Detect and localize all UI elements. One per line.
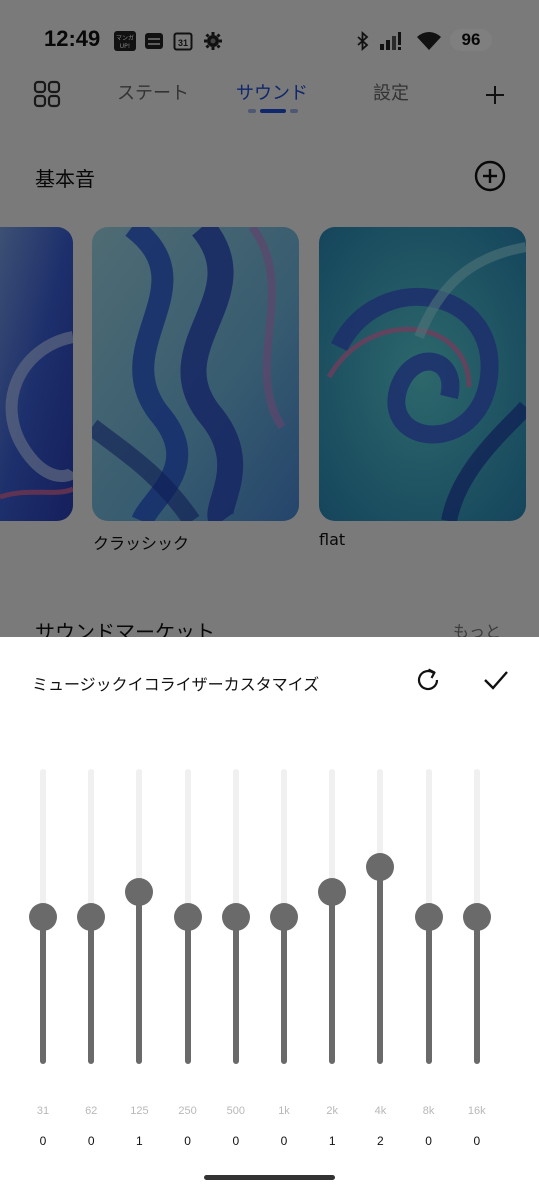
manga-up-app-icon: マンガ UP! <box>114 30 136 52</box>
eq-value-label: 0 <box>280 1134 288 1148</box>
eq-slider-knob[interactable] <box>173 902 202 931</box>
eq-slider-fill <box>136 891 143 1064</box>
eq-band-4k: 4k 2 <box>356 637 404 1200</box>
eq-frequency-label: 2k <box>326 1105 338 1117</box>
top-navigation: ステート サウンド 設定 <box>0 70 539 120</box>
svg-text:UP!: UP! <box>120 43 130 50</box>
sound-card-classic[interactable] <box>92 227 299 521</box>
eq-slider-fill <box>425 916 432 1064</box>
eq-slider-knob[interactable] <box>366 853 395 882</box>
status-time: 12:49 <box>44 26 101 51</box>
eq-frequency-label: 1k <box>278 1105 290 1117</box>
eq-slider-knob[interactable] <box>462 902 491 931</box>
eq-band-250: 250 0 <box>164 637 212 1200</box>
tab-settings[interactable]: 設定 <box>373 79 409 105</box>
eq-frequency-label: 8k <box>422 1105 435 1117</box>
eq-value-label: 0 <box>425 1134 432 1148</box>
sound-card-label: クラッシック <box>93 534 190 553</box>
eq-band-500: 500 0 <box>212 637 260 1200</box>
eq-slider-fill <box>184 916 191 1064</box>
eq-value-label: 1 <box>328 1134 336 1148</box>
eq-slider-fill <box>88 916 95 1064</box>
tab-sound[interactable]: サウンド <box>236 79 308 105</box>
card-app-icon <box>143 30 165 52</box>
eq-slider-fill <box>329 891 336 1064</box>
eq-slider-knob[interactable] <box>125 877 154 906</box>
tab-indicator <box>248 108 298 113</box>
eq-frequency-label: 16k <box>467 1105 486 1117</box>
equalizer-sheet: ミュージックイコライザーカスタマイズ 31 0 62 0 125 1 250 0 500 0 1k 0… <box>0 637 539 1200</box>
eq-slider-knob[interactable] <box>221 902 250 931</box>
eq-band-125: 125 1 <box>115 637 163 1200</box>
cellular-signal-icon <box>378 30 408 52</box>
tab-state[interactable]: ステート <box>117 79 189 105</box>
eq-frequency-label: 250 <box>178 1105 197 1117</box>
eq-band-16k: 16k 0 <box>453 637 501 1200</box>
eq-slider-fill <box>40 916 46 1064</box>
section-title-basic-sounds: 基本音 <box>35 167 95 191</box>
eq-frequency-label: 4k <box>374 1105 387 1117</box>
wifi-icon <box>415 30 443 52</box>
eq-value-label: 2 <box>377 1134 384 1148</box>
eq-slider-knob[interactable] <box>414 902 443 931</box>
sound-card-flat[interactable] <box>319 227 526 521</box>
home-indicator[interactable] <box>204 1175 335 1180</box>
bluetooth-icon <box>352 30 374 52</box>
eq-slider-knob[interactable] <box>270 902 298 931</box>
battery-indicator: 96 <box>450 29 492 51</box>
eq-slider-knob[interactable] <box>318 877 347 906</box>
status-bar: 12:49 マンガ UP! 31 96 <box>0 0 539 80</box>
eq-frequency-label: 31 <box>36 1105 50 1117</box>
eq-slider-fill <box>281 916 287 1064</box>
eq-band-2k: 2k 1 <box>308 637 356 1200</box>
eq-band-1k: 1k 0 <box>260 637 308 1200</box>
eq-frequency-label: 62 <box>85 1105 98 1117</box>
eq-slider-fill <box>377 867 384 1064</box>
calendar-icon: 31 <box>172 30 194 52</box>
eq-slider-knob[interactable] <box>77 902 106 931</box>
eq-value-label: 0 <box>184 1134 191 1148</box>
eq-value-label: 0 <box>87 1134 95 1148</box>
svg-text:31: 31 <box>178 38 188 48</box>
add-sound-circle-icon[interactable] <box>474 160 506 192</box>
eq-slider-knob[interactable] <box>29 902 57 931</box>
eq-value-label: 0 <box>39 1134 47 1148</box>
eq-frequency-label: 125 <box>130 1105 149 1117</box>
gear-icon <box>202 30 224 52</box>
eq-band-31: 31 0 <box>19 637 67 1200</box>
eq-band-8k: 8k 0 <box>405 637 453 1200</box>
svg-text:マンガ: マンガ <box>116 34 134 42</box>
grid-menu-icon[interactable] <box>33 80 61 108</box>
sound-card-partial[interactable] <box>0 227 73 521</box>
eq-slider-fill <box>473 916 480 1064</box>
eq-frequency-label: 500 <box>226 1105 245 1117</box>
eq-value-label: 0 <box>232 1134 240 1148</box>
add-icon[interactable] <box>482 82 508 108</box>
eq-value-label: 1 <box>136 1134 143 1148</box>
eq-slider-fill <box>232 916 239 1064</box>
sound-card-label: flat <box>319 530 346 549</box>
eq-value-label: 0 <box>473 1134 481 1148</box>
eq-band-62: 62 0 <box>67 637 115 1200</box>
